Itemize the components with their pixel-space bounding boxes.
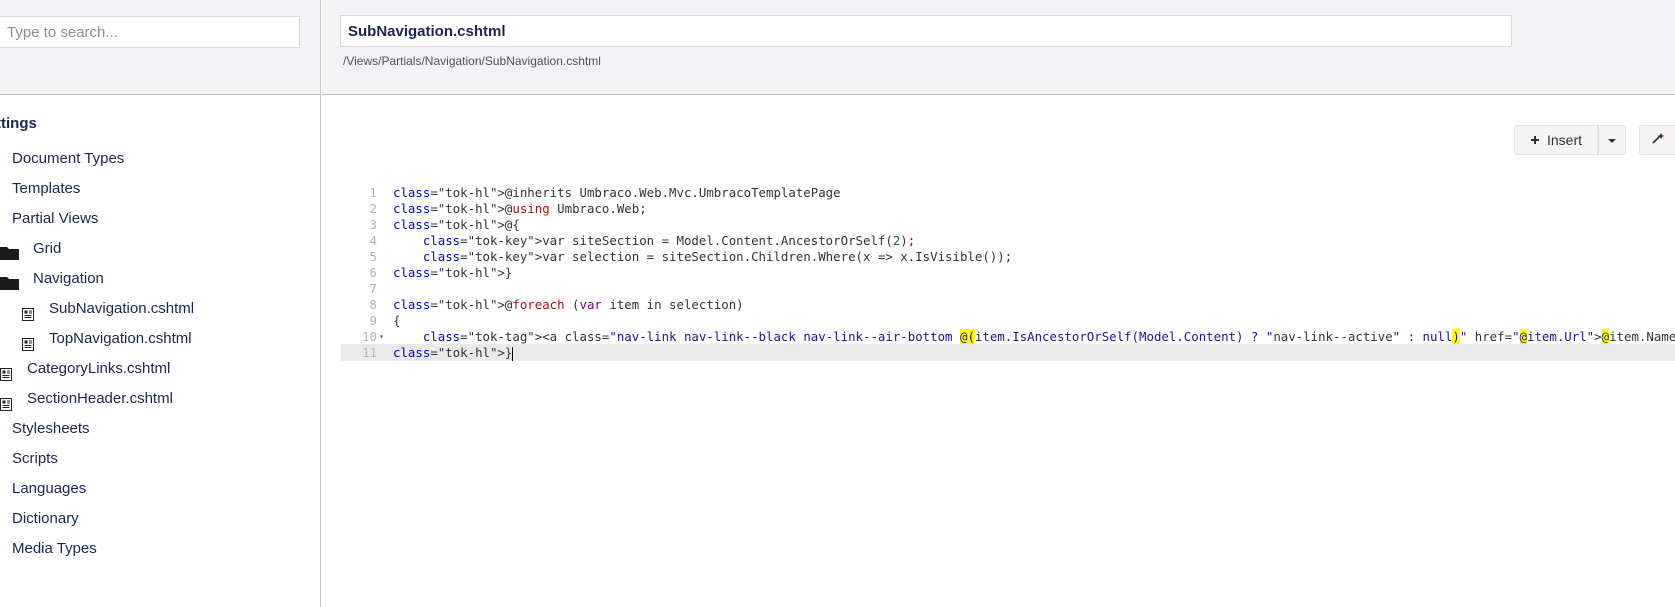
tree-item-label: Navigation xyxy=(33,270,104,287)
tree-item[interactable]: Grid xyxy=(0,235,61,263)
tree-item-label: SectionHeader.cshtml xyxy=(27,390,173,407)
code-line[interactable]: 4 class="tok-key">var siteSection = Mode… xyxy=(341,232,1675,249)
file-icon xyxy=(22,333,34,351)
file-icon xyxy=(0,363,12,381)
line-number: 9 xyxy=(369,313,377,328)
code-editor[interactable]: 1 class="tok-hl">@inherits Umbraco.Web.Mv… xyxy=(341,184,1675,384)
tree-item[interactable]: SectionHeader.cshtml xyxy=(0,385,173,413)
caret-down-icon xyxy=(1607,131,1617,149)
tree-item-label: Partial Views xyxy=(12,210,99,227)
tree-item[interactable]: Templates xyxy=(12,175,80,203)
tree-item[interactable]: Stylesheets xyxy=(12,415,90,443)
tree-item[interactable]: Scripts xyxy=(12,445,58,473)
tree-item[interactable]: Media Types xyxy=(12,535,97,563)
code-line[interactable]: 1 class="tok-hl">@inherits Umbraco.Web.Mv… xyxy=(341,184,1675,201)
code-line[interactable]: 7 xyxy=(341,280,1675,297)
text-cursor xyxy=(512,346,514,361)
code-text: class="tok-hl">@foreach (var item in sel… xyxy=(393,297,744,312)
line-number: 11 xyxy=(362,345,377,360)
code-line[interactable]: 10 ▾ class="tok-tag"><a class="nav-link n… xyxy=(341,328,1675,345)
tree-item-label: Grid xyxy=(33,240,62,257)
tree-item-label: CategoryLinks.cshtml xyxy=(27,360,171,377)
folder-icon xyxy=(0,272,19,290)
line-number: 3 xyxy=(369,217,377,232)
tree-item-label: Scripts xyxy=(12,450,58,467)
tree-item-label: Templates xyxy=(12,180,81,197)
file-icon xyxy=(22,303,34,321)
sidebar: ttings Document Types Templates Partial Vi… xyxy=(0,0,321,607)
code-text: class="tok-hl">} xyxy=(393,345,514,361)
line-number: 6 xyxy=(369,265,377,280)
code-line[interactable]: 2 class="tok-hl">@using Umbraco.Web; xyxy=(341,200,1675,217)
code-text: class="tok-key">var siteSection = Model.… xyxy=(422,233,916,248)
fold-arrow-icon[interactable]: ▾ xyxy=(379,328,384,345)
line-number: 7 xyxy=(369,281,377,296)
insert-button[interactable]: Insert xyxy=(1514,125,1598,155)
code-line[interactable]: 5 class="tok-key">var selection = siteSe… xyxy=(341,248,1675,265)
code-text: class="tok-hl">@{ xyxy=(393,217,520,232)
tree-item[interactable]: CategoryLinks.cshtml xyxy=(0,355,170,383)
plus-icon xyxy=(1530,132,1540,148)
file-path: /Views/Partials/Navigation/SubNavigation… xyxy=(343,54,601,68)
search-input[interactable] xyxy=(0,16,300,48)
tree-item[interactable]: Dictionary xyxy=(12,505,79,533)
tree-item-label: SubNavigation.cshtml xyxy=(49,300,195,317)
tree-item[interactable]: Navigation xyxy=(0,265,104,293)
line-number: 10 xyxy=(362,329,377,344)
tree-item-label: Document Types xyxy=(12,150,125,167)
code-line[interactable]: 3 class="tok-hl">@{ xyxy=(341,216,1675,233)
tree-item[interactable]: Partial Views xyxy=(12,205,98,233)
code-line[interactable]: 8 class="tok-hl">@foreach (var item in se… xyxy=(341,296,1675,313)
folder-icon xyxy=(0,242,19,260)
sidebar-search-area xyxy=(0,0,320,95)
line-number: 2 xyxy=(369,201,377,216)
tree-item-label: TopNavigation.cshtml xyxy=(49,330,192,347)
line-number: 8 xyxy=(369,297,377,312)
tree-item-label: Media Types xyxy=(12,540,97,557)
editor-header: /Views/Partials/Navigation/SubNavigation… xyxy=(322,0,1675,95)
tree-item[interactable]: TopNavigation.cshtml xyxy=(22,325,192,353)
code-text: class="tok-tag"><a class="nav-link nav-l… xyxy=(422,329,1675,344)
query-builder-button[interactable] xyxy=(1639,125,1675,155)
code-line[interactable]: 6 class="tok-hl">} xyxy=(341,264,1675,281)
tree-item-label: Stylesheets xyxy=(12,420,90,437)
code-text: class="tok-hl">@inherits Umbraco.Web.Mvc… xyxy=(393,185,841,200)
code-text: class="tok-key">var selection = siteSect… xyxy=(422,249,1013,264)
tree-item[interactable]: Languages xyxy=(12,475,86,503)
code-text: { xyxy=(393,313,401,328)
tree-item[interactable]: SubNavigation.cshtml xyxy=(22,295,194,323)
file-name-input[interactable] xyxy=(340,15,1512,47)
code-text: class="tok-hl">} xyxy=(393,265,513,280)
code-line[interactable]: 11 class="tok-hl">} xyxy=(341,344,1675,361)
insert-dropdown-button[interactable] xyxy=(1598,125,1626,155)
line-number: 1 xyxy=(369,185,377,200)
code-text: class="tok-hl">@using Umbraco.Web; xyxy=(393,201,647,216)
line-number: 4 xyxy=(369,233,377,248)
insert-label: Insert xyxy=(1546,132,1582,148)
tree-item-label: Dictionary xyxy=(12,510,79,527)
section-title: ttings xyxy=(0,115,37,132)
file-icon xyxy=(0,393,12,411)
code-line[interactable]: 9{ xyxy=(341,312,1675,329)
line-number: 5 xyxy=(369,249,377,264)
wand-icon xyxy=(1652,131,1666,149)
tree-item[interactable]: Document Types xyxy=(12,145,124,173)
tree-item-label: Languages xyxy=(12,480,87,497)
